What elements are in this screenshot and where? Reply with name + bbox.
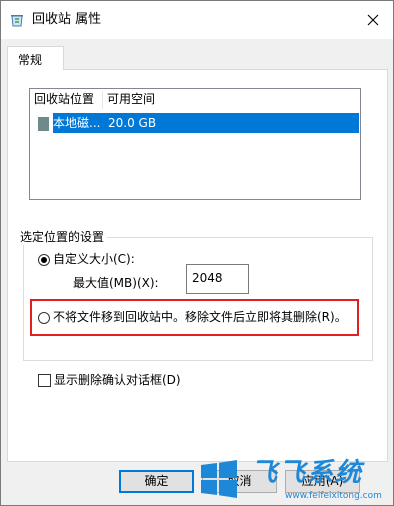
general-tab-panel: 回收站位置 可用空间 本地磁... 20.0 GB 选定位置的设置 自定义大小(… bbox=[7, 69, 388, 462]
settings-group-title: 选定位置的设置 bbox=[17, 229, 108, 245]
title-bar: 回收站 属性 bbox=[1, 1, 393, 39]
tab-general[interactable]: 常规 bbox=[7, 46, 64, 70]
ok-button[interactable]: 确定 bbox=[119, 470, 194, 493]
list-header: 回收站位置 可用空间 bbox=[30, 89, 360, 109]
drive-icon bbox=[38, 117, 49, 131]
custom-size-label: 自定义大小(C): bbox=[53, 252, 135, 266]
recycle-bin-properties-window: 回收站 属性 常规 回收站位置 可用空间 本地磁... 20.0 GB 选定位置… bbox=[0, 0, 394, 506]
column-header-location[interactable]: 回收站位置 bbox=[34, 91, 103, 109]
tab-general-label: 常规 bbox=[18, 53, 43, 67]
max-size-input[interactable]: 2048 bbox=[186, 264, 249, 294]
no-recycle-radio[interactable] bbox=[38, 312, 50, 324]
column-header-free-space[interactable]: 可用空间 bbox=[107, 91, 155, 109]
max-size-value: 2048 bbox=[192, 271, 223, 285]
list-item[interactable]: 本地磁... 20.0 GB bbox=[34, 113, 359, 133]
no-recycle-label: 不将文件移到回收站中。移除文件后立即将其删除(R)。 bbox=[53, 310, 347, 324]
window-title: 回收站 属性 bbox=[32, 12, 102, 27]
custom-size-radio[interactable] bbox=[38, 254, 50, 266]
free-space-value: 20.0 GB bbox=[108, 116, 157, 130]
recycle-bin-location-list[interactable]: 回收站位置 可用空间 本地磁... 20.0 GB bbox=[29, 88, 361, 200]
recycle-bin-icon bbox=[11, 15, 23, 27]
confirm-delete-label: 显示删除确认对话框(D) bbox=[54, 373, 181, 387]
location-name: 本地磁... bbox=[53, 116, 101, 130]
confirm-delete-checkbox[interactable] bbox=[38, 374, 51, 387]
close-icon bbox=[367, 14, 379, 26]
close-button[interactable] bbox=[353, 1, 393, 39]
radio-selected-dot bbox=[41, 257, 47, 263]
cancel-button[interactable]: 取消 bbox=[202, 470, 277, 493]
max-size-label: 最大值(MB)(X): bbox=[73, 276, 159, 290]
apply-button[interactable]: 应用(A) bbox=[285, 470, 360, 493]
